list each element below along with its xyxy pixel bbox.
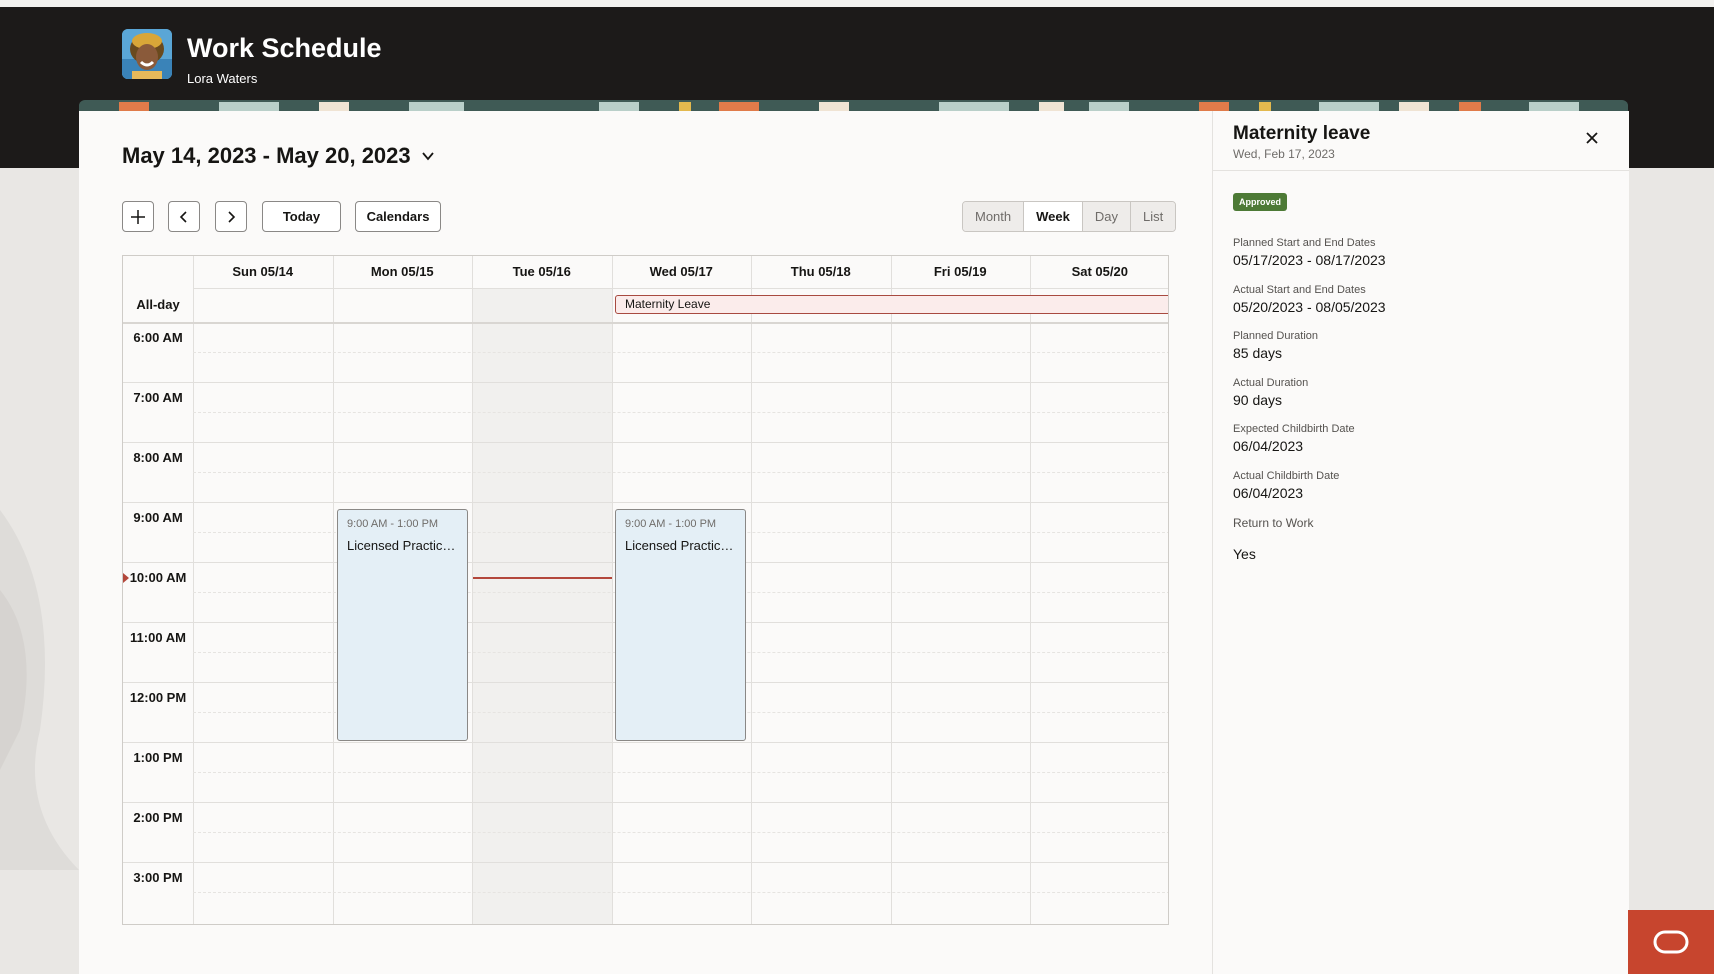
grid-half-hour-line [193,832,1168,833]
previous-week-button[interactable] [168,201,200,232]
day-header[interactable]: Mon 05/15 [333,256,473,288]
allday-label: All-day [136,297,180,312]
field-label: Planned Duration [1233,330,1319,342]
day-header[interactable]: Thu 05/18 [751,256,891,288]
grid-column-line [472,256,473,924]
grid-row-line [123,322,1168,324]
event-title: Licensed Practical... [625,538,736,553]
grid-hour-line [123,742,1168,743]
current-time-line [473,577,612,579]
close-panel-button[interactable] [1583,129,1601,147]
grid-column-line [193,256,194,924]
panel-title: Maternity leave [1233,123,1371,144]
view-day-button[interactable]: Day [1082,202,1131,231]
status-badge: Approved [1233,193,1288,211]
grid-hour-line [123,382,1168,383]
date-range-label: May 14, 2023 - May 20, 2023 [122,143,411,168]
current-day-column [472,288,612,924]
field-label: Actual Childbirth Date [1233,470,1340,482]
grid-half-hour-line [193,352,1168,353]
panel-subtitle: Wed, Feb 17, 2023 [1233,147,1335,161]
grid-column-line [611,256,613,924]
time-label: 12:00 PM [129,690,187,705]
time-label: 6:00 AM [133,330,183,345]
date-range-selector[interactable]: May 14, 2023 - May 20, 2023 [122,143,435,169]
background-decoration [0,510,79,870]
top-strip [0,0,1714,7]
time-label: 11:00 AM [130,630,186,645]
close-icon [1586,132,1598,144]
day-header[interactable]: Sat 05/20 [1030,256,1168,288]
field-label: Expected Childbirth Date [1233,423,1355,435]
today-button[interactable]: Today [262,201,341,232]
field-label: Return to Work [1233,516,1314,530]
calendars-button[interactable]: Calendars [355,201,441,232]
day-header[interactable]: Tue 05/16 [472,256,612,288]
time-label: 7:00 AM [133,390,183,405]
grid-half-hour-line [193,772,1168,773]
page-subtitle: Lora Waters [187,71,258,86]
chevron-down-icon [421,152,434,161]
calendar-event[interactable]: 9:00 AM - 1:00 PM Licensed Practical... [337,509,468,741]
grid-column-line [1030,256,1031,924]
time-label: 8:00 AM [133,450,183,465]
grid-row-line [193,288,1168,289]
add-event-button[interactable] [122,201,154,232]
current-time-marker [123,573,129,583]
field-value: Yes [1233,546,1256,562]
help-chat-button[interactable] [1628,910,1714,974]
chat-icon [1653,930,1689,954]
grid-hour-line [123,442,1168,443]
day-header[interactable]: Sun 05/14 [193,256,333,288]
field-value: 90 days [1233,392,1283,408]
time-label: 3:00 PM [133,870,183,885]
page-title: Work Schedule [187,33,382,63]
grid-half-hour-line [193,412,1168,413]
field-value: 05/20/2023 - 08/05/2023 [1233,299,1386,315]
week-calendar-grid: Sun 05/14 Mon 05/15 Tue 05/16 Wed 05/17 Thu … [122,255,1169,925]
calendar-event[interactable]: 9:00 AM - 1:00 PM Licensed Practical... [615,509,746,741]
field-value: 05/17/2023 - 08/17/2023 [1233,252,1386,268]
day-header[interactable]: Fri 05/19 [891,256,1031,288]
view-month-button[interactable]: Month [963,202,1025,231]
grid-hour-line [123,802,1168,803]
grid-half-hour-line [193,892,1168,893]
grid-hour-line [123,502,1168,503]
time-label: 2:00 PM [133,810,183,825]
event-detail-panel: Maternity leave Wed, Feb 17, 2023 Approv… [1212,111,1629,974]
avatar[interactable] [122,29,172,79]
event-title: Licensed Practical... [347,538,458,553]
grid-half-hour-line [193,472,1168,473]
grid-column-line [332,256,334,924]
field-label: Planned Start and End Dates [1233,237,1376,249]
view-switcher: Month Week Day List [962,201,1177,232]
time-label: 1:00 PM [133,750,183,765]
grid-column-line [890,256,892,924]
field-value: 06/04/2023 [1233,485,1304,501]
time-label: 10:00 AM [129,570,187,585]
field-label: Actual Duration [1233,377,1309,389]
view-week-button[interactable]: Week [1024,202,1083,231]
grid-hour-line [123,862,1168,863]
grid-column-line [751,256,752,924]
event-time: 9:00 AM - 1:00 PM [625,518,717,530]
time-label: 9:00 AM [133,510,183,525]
chevron-right-icon [228,210,236,223]
view-list-button[interactable]: List [1131,202,1176,231]
next-week-button[interactable] [215,201,247,232]
field-label: Actual Start and End Dates [1233,284,1366,296]
panel-divider [1213,170,1629,171]
day-header[interactable]: Wed 05/17 [612,256,752,288]
event-time: 9:00 AM - 1:00 PM [347,518,439,530]
decorative-banner [79,100,1628,111]
plus-icon [131,209,145,224]
chevron-left-icon [179,210,187,223]
field-value: 85 days [1233,345,1283,361]
field-value: 06/04/2023 [1233,438,1304,454]
allday-event[interactable]: Maternity Leave [615,295,1168,314]
